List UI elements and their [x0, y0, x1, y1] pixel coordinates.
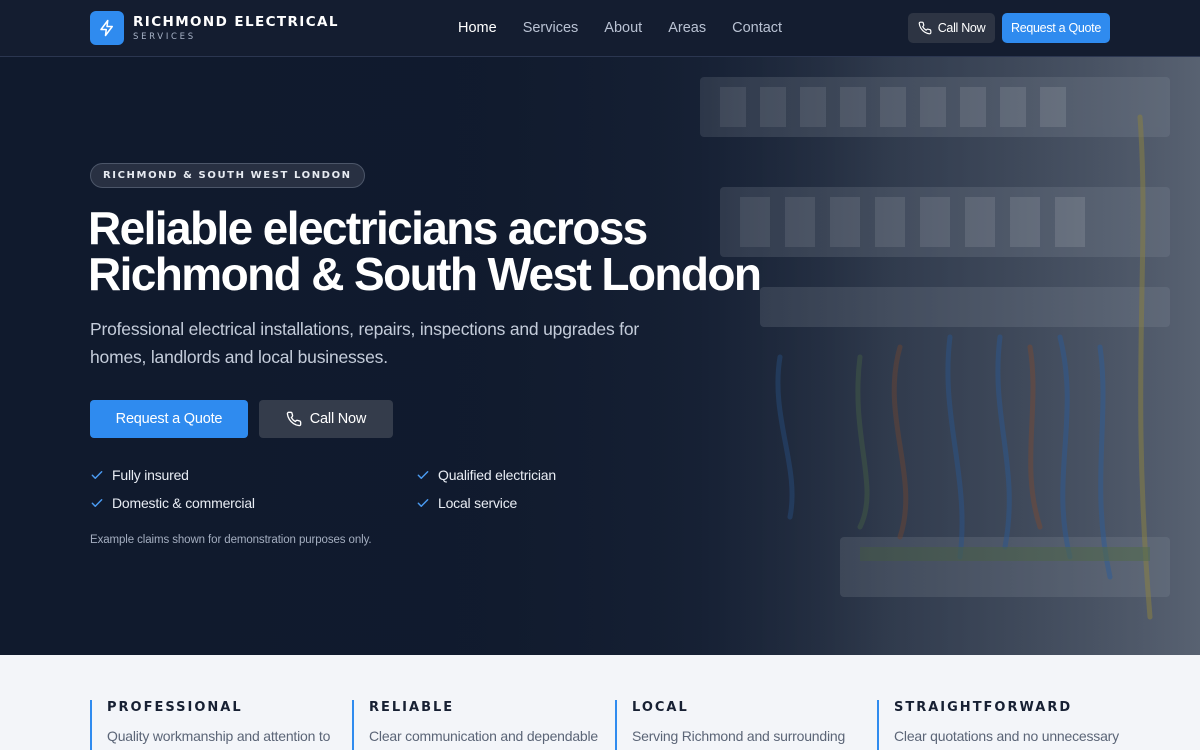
- feature-item: Fully insured: [90, 467, 189, 483]
- hero-call-label: Call Now: [309, 411, 367, 427]
- header-quote-label: Request a Quote: [1010, 21, 1101, 35]
- phone-icon: [918, 21, 932, 35]
- hero-subtitle: Professional electrical installations, r…: [90, 319, 639, 367]
- nav-services[interactable]: Services: [523, 19, 579, 37]
- value-text: Serving Richmond and surrounding: [632, 728, 846, 744]
- location-badge: RICHMOND & SOUTH WEST LONDON: [90, 163, 365, 188]
- phone-icon: [286, 411, 302, 427]
- feature-label: Local service: [438, 495, 518, 511]
- site-header: RICHMOND ELECTRICAL SERVICES Home Servic…: [0, 0, 1200, 57]
- values-section: PROFESSIONAL Quality workmanship and att…: [0, 655, 1200, 750]
- feature-label: Qualified electrician: [438, 467, 556, 483]
- nav-areas[interactable]: Areas: [668, 19, 706, 37]
- hero-title: Reliable electricians across Richmond & …: [88, 205, 788, 297]
- header-call-label: Call Now: [937, 21, 986, 35]
- value-title: PROFESSIONAL: [107, 700, 243, 715]
- feature-item: Local service: [416, 495, 517, 511]
- value-text: Clear quotations and no unnecessary: [894, 728, 1119, 744]
- feature-item: Qualified electrician: [416, 467, 556, 483]
- feature-label: Fully insured: [112, 467, 189, 483]
- feature-label: Domestic & commercial: [112, 495, 255, 511]
- check-icon: [417, 471, 429, 479]
- nav-about[interactable]: About: [604, 19, 642, 37]
- hero-section: RICHMOND & SOUTH WEST LONDON Reliable el…: [0, 57, 1200, 655]
- value-card-local: LOCAL Serving Richmond and surrounding: [615, 700, 855, 750]
- nav-home[interactable]: Home: [458, 19, 497, 37]
- value-title: RELIABLE: [369, 700, 455, 715]
- value-title: STRAIGHTFORWARD: [894, 700, 1073, 715]
- hero-quote-button[interactable]: Request a Quote: [90, 400, 248, 438]
- value-card-professional: PROFESSIONAL Quality workmanship and att…: [90, 700, 330, 750]
- brand-tagline: SERVICES: [133, 31, 196, 42]
- value-card-straightforward: STRAIGHTFORWARD Clear quotations and no …: [877, 700, 1119, 750]
- hero-call-button[interactable]: Call Now: [259, 400, 393, 438]
- check-icon: [91, 471, 103, 479]
- hero-disclaimer: Example claims shown for demonstration p…: [90, 534, 372, 546]
- value-text: Quality workmanship and attention to: [107, 728, 331, 744]
- check-icon: [417, 499, 429, 507]
- brand-logo[interactable]: RICHMOND ELECTRICAL SERVICES: [90, 11, 339, 45]
- nav-contact[interactable]: Contact: [732, 19, 782, 37]
- value-title: LOCAL: [632, 700, 689, 715]
- lightning-bolt-icon: [90, 11, 124, 45]
- value-card-reliable: RELIABLE Clear communication and dependa…: [352, 700, 599, 750]
- feature-item: Domestic & commercial: [90, 495, 255, 511]
- main-nav: Home Services About Areas Contact: [458, 19, 808, 37]
- check-icon: [91, 499, 103, 507]
- hero-title-line-2: Richmond & South West London: [88, 248, 762, 300]
- hero-quote-label: Request a Quote: [115, 411, 223, 427]
- hero-title-line-1: Reliable electricians across: [88, 202, 648, 254]
- header-quote-button[interactable]: Request a Quote: [1002, 13, 1110, 43]
- brand-name: RICHMOND ELECTRICAL: [133, 13, 339, 30]
- header-call-button[interactable]: Call Now: [908, 13, 995, 43]
- value-text: Clear communication and dependable: [369, 728, 599, 744]
